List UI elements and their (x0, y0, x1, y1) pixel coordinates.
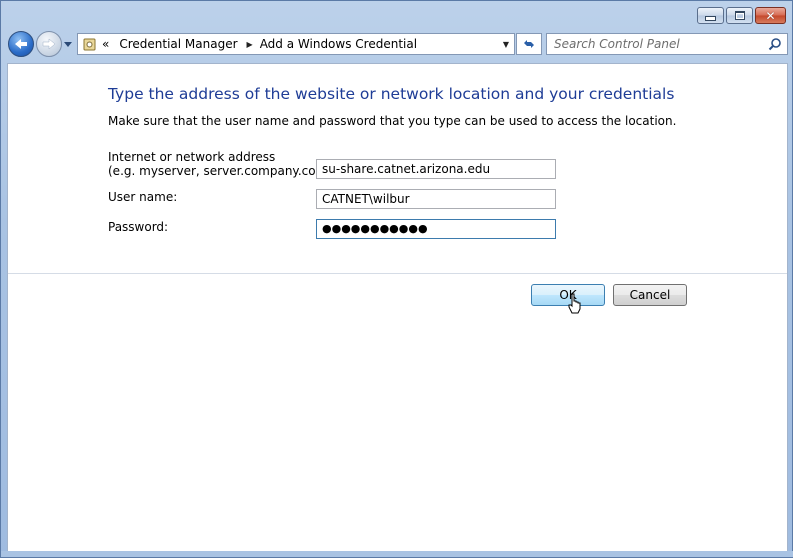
minimize-icon (705, 16, 716, 21)
breadcrumb-item[interactable]: Credential Manager (119, 37, 237, 51)
address-field[interactable]: su-share.catnet.arizona.edu (316, 159, 556, 179)
window: ✕ « Credential Manager ▶ Add a Windows C… (0, 0, 793, 558)
address-label-line1: Internet or network address (108, 150, 276, 164)
mouse-cursor-icon (568, 293, 581, 314)
search-input[interactable] (554, 37, 764, 51)
minimize-button[interactable] (697, 7, 724, 24)
refresh-button[interactable] (516, 33, 542, 55)
forward-button[interactable] (36, 31, 62, 57)
password-label: Password: (108, 220, 169, 234)
chevron-down-icon[interactable]: ▼ (503, 40, 509, 49)
chevron-down-icon (64, 41, 72, 47)
content-pane: Type the address of the website or netwo… (7, 63, 788, 553)
caption-buttons: ✕ (697, 7, 786, 24)
instructions-text: Make sure that the user name and passwor… (108, 114, 677, 128)
username-label: User name: (108, 190, 178, 204)
back-button[interactable] (8, 31, 34, 57)
divider (8, 273, 787, 274)
maximize-icon (734, 11, 745, 20)
breadcrumb-label[interactable]: Credential Manager (119, 37, 237, 51)
back-arrow-icon (15, 39, 27, 49)
recent-pages-dropdown[interactable] (63, 39, 73, 49)
search-box[interactable] (546, 33, 788, 55)
cancel-button[interactable]: Cancel (613, 284, 687, 306)
address-bar[interactable]: « Credential Manager ▶ Add a Windows Cre… (77, 33, 515, 55)
password-field[interactable]: ●●●●●●●●●●● (316, 219, 556, 239)
address-label: Internet or network address (e.g. myserv… (108, 150, 336, 178)
address-label-line2: (e.g. myserver, server.company.com): (108, 164, 336, 178)
breadcrumb-separator-icon[interactable]: ▶ (247, 40, 253, 49)
page-title: Type the address of the website or netwo… (108, 85, 675, 103)
username-field[interactable]: CATNET\wilbur (316, 189, 556, 209)
control-panel-icon (82, 37, 96, 51)
window-frame-bottom (1, 551, 793, 557)
maximize-button[interactable] (726, 7, 753, 24)
breadcrumb-overflow[interactable]: « (102, 37, 109, 51)
close-button[interactable]: ✕ (755, 7, 786, 24)
search-icon[interactable] (768, 37, 782, 51)
close-icon: ✕ (765, 8, 776, 23)
breadcrumb-label[interactable]: Add a Windows Credential (260, 37, 417, 51)
refresh-icon (524, 40, 534, 48)
forward-arrow-icon (42, 38, 56, 50)
overflow-chevron[interactable]: « (102, 37, 109, 51)
breadcrumb-item[interactable]: Add a Windows Credential (260, 37, 417, 51)
